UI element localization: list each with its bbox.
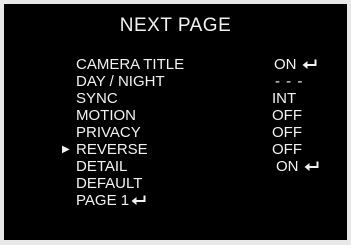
menu-item-value: ON	[276, 158, 320, 176]
menu-item-label: CAMERA TITLE	[76, 56, 185, 73]
menu-item-value: ON	[274, 56, 318, 74]
menu-item-label: PAGE 1	[76, 192, 147, 210]
menu-item-privacy[interactable]: PRIVACY OFF	[4, 124, 347, 142]
menu-item-label: PRIVACY	[76, 124, 141, 141]
menu-item-label: DETAIL	[76, 158, 128, 175]
menu-item-label: MOTION	[76, 107, 136, 124]
menu-item-label: DAY / NIGHT	[76, 73, 165, 90]
menu-item-label: SYNC	[76, 90, 118, 107]
enter-arrow-icon	[302, 59, 318, 70]
menu-item-motion[interactable]: MOTION OFF	[4, 107, 347, 125]
enter-arrow-icon	[131, 195, 147, 206]
menu-item-sync[interactable]: SYNC INT	[4, 90, 347, 108]
menu-item-day-night[interactable]: DAY / NIGHT - - -	[4, 73, 347, 91]
menu-item-label: DEFAULT	[76, 175, 143, 192]
menu-item-detail[interactable]: DETAIL ON	[4, 158, 347, 176]
enter-arrow-icon	[304, 161, 320, 172]
cursor-triangle-icon: ▶	[62, 144, 70, 155]
menu-item-default[interactable]: DEFAULT	[4, 175, 347, 193]
menu-item-label: REVERSE	[76, 141, 148, 158]
menu-item-page-1[interactable]: PAGE 1	[4, 192, 347, 210]
menu-item-value: OFF	[272, 107, 302, 124]
menu-item-value: OFF	[272, 141, 302, 158]
menu-title: NEXT PAGE	[119, 15, 232, 36]
menu-item-camera-title[interactable]: CAMERA TITLE ON	[4, 56, 347, 74]
menu-item-reverse[interactable]: ▶ REVERSE OFF	[4, 141, 347, 159]
menu-item-value: OFF	[272, 124, 302, 141]
osd-menu-screen: NEXT PAGE CAMERA TITLE ON DAY / NIGHT - …	[4, 4, 347, 240]
menu-item-value: INT	[272, 90, 297, 107]
menu-item-value: - - -	[275, 73, 304, 90]
